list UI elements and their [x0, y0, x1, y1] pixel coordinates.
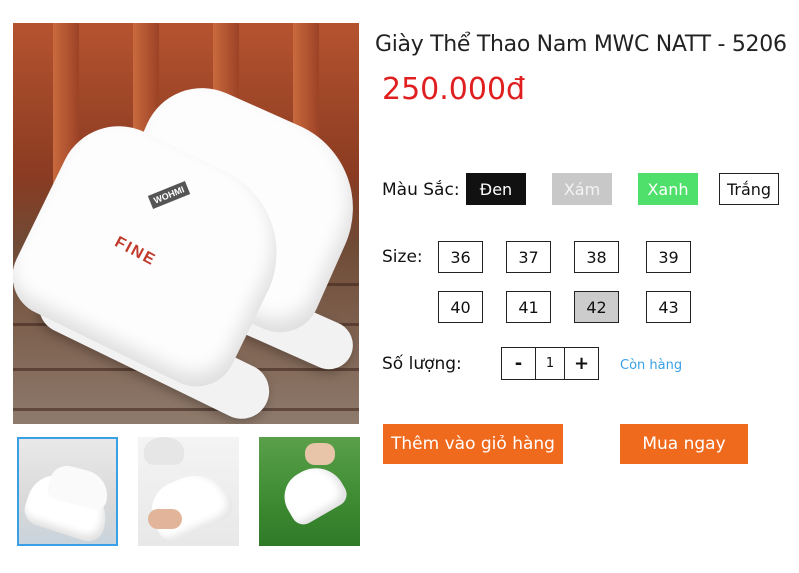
size-option-37[interactable]: 37	[506, 241, 551, 273]
buy-now-button[interactable]: Mua ngay	[620, 424, 748, 464]
color-option-white[interactable]: Trắng	[719, 173, 779, 205]
size-option-39[interactable]: 39	[646, 241, 691, 273]
thumbnail-1[interactable]	[17, 437, 118, 546]
thumbnail-image	[259, 437, 360, 546]
quantity-increase-button[interactable]: +	[565, 348, 598, 379]
quantity-stepper: - 1 +	[501, 347, 599, 380]
add-to-cart-button[interactable]: Thêm vào giỏ hàng	[383, 424, 563, 464]
size-option-38[interactable]: 38	[574, 241, 619, 273]
thumbnail-image	[138, 437, 239, 546]
stock-status: Còn hàng	[620, 358, 683, 373]
main-product-image: WOHMI FINE	[13, 23, 359, 424]
color-option-green[interactable]: Xanh	[638, 173, 698, 205]
color-option-gray[interactable]: Xám	[552, 173, 612, 205]
product-title: Giày Thể Thao Nam MWC NATT - 5206	[375, 32, 787, 57]
thumbnail-image	[19, 439, 116, 544]
thumbnail-3[interactable]	[259, 437, 360, 546]
quantity-decrease-button[interactable]: -	[502, 348, 535, 379]
product-price: 250.000đ	[382, 72, 526, 107]
quantity-value[interactable]: 1	[535, 348, 565, 379]
size-option-43[interactable]: 43	[646, 291, 691, 323]
thumbnail-2[interactable]	[138, 437, 239, 546]
size-option-40[interactable]: 40	[438, 291, 483, 323]
deck-line	[13, 408, 359, 411]
color-label: Màu Sắc:	[382, 180, 460, 200]
size-option-41[interactable]: 41	[506, 291, 551, 323]
size-option-42[interactable]: 42	[574, 291, 619, 323]
size-option-36[interactable]: 36	[438, 241, 483, 273]
quantity-label: Số lượng:	[382, 354, 462, 374]
color-option-black[interactable]: Đen	[466, 173, 526, 205]
size-label: Size:	[382, 247, 423, 267]
